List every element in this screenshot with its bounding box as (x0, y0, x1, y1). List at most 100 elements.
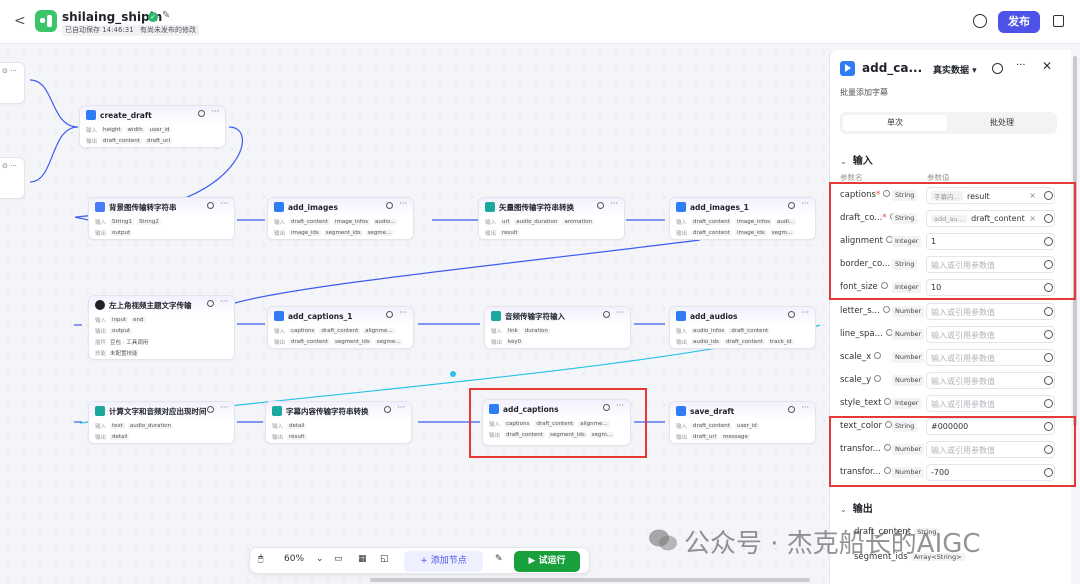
more-icon[interactable]: ··· (220, 199, 228, 208)
run-icon[interactable] (198, 110, 205, 117)
run-icon[interactable] (603, 404, 610, 411)
more-icon[interactable]: ··· (801, 308, 809, 317)
more-icon[interactable]: ··· (211, 107, 219, 116)
real-data-select[interactable]: 真实数据 ▾ (933, 63, 977, 76)
more-icon[interactable]: ··· (801, 403, 809, 412)
output-section-header[interactable]: ⌄ 输出 (840, 500, 873, 515)
minimap-icon[interactable]: ◱ (380, 554, 389, 564)
partial-node-top[interactable]: ⊙ ··· (0, 62, 25, 104)
param-value-input[interactable]: 10 (926, 279, 1055, 297)
run-icon[interactable] (603, 311, 610, 318)
param-value-input[interactable]: 输入或引用参数值 (926, 325, 1055, 343)
comment-icon[interactable]: ▭ (334, 554, 343, 564)
node-add-images-1[interactable]: add_images_1 ··· 输入 draft_content image_in… (669, 197, 816, 240)
duplicate-icon[interactable] (1053, 15, 1064, 27)
node-add-images[interactable]: add_images ··· 输入 draft_content image_info… (267, 197, 414, 240)
run-icon[interactable] (788, 406, 795, 413)
param-value-input[interactable]: #000000 (926, 418, 1055, 435)
layout-icon[interactable]: ▦ (358, 554, 367, 564)
param-value-input[interactable]: 输入或引用参数值 (926, 371, 1055, 389)
more-icon[interactable]: ··· (616, 401, 624, 410)
clear-icon[interactable]: × (1029, 191, 1036, 200)
node-save-draft[interactable]: save_draft ··· 输入 draft_content user_id 输出… (669, 401, 816, 444)
run-icon[interactable] (788, 202, 795, 209)
node-audio-convert[interactable]: 音频传输字符输入 ··· 输入 link duration 输出 key0 (484, 306, 631, 349)
run-icon[interactable] (386, 202, 393, 209)
info-icon[interactable] (874, 374, 882, 382)
tab-batch[interactable]: 批处理 (950, 115, 1054, 131)
more-icon[interactable]: ··· (616, 308, 624, 317)
gear-icon[interactable] (1044, 422, 1053, 431)
more-icon[interactable]: ··· (1016, 60, 1026, 71)
test-run-button[interactable]: ▶ 试运行 (514, 551, 580, 572)
input-tag: audi... (775, 218, 797, 225)
more-icon[interactable]: ··· (220, 403, 228, 412)
node-add-captions-1[interactable]: add_captions_1 ··· 输入 captions draft_conte… (267, 306, 414, 349)
info-icon[interactable] (884, 397, 892, 405)
node-calc-time[interactable]: 计算文字和音频对应出现时间 ··· 输入 text audio_duration 输… (88, 401, 235, 444)
param-value-input[interactable]: 输入或引用参数值 (926, 256, 1055, 274)
more-icon[interactable]: ··· (399, 199, 407, 208)
info-icon[interactable] (883, 467, 891, 475)
param-value-input[interactable]: 输入或引用参数值 (926, 394, 1055, 412)
info-icon[interactable] (882, 305, 890, 313)
info-icon[interactable] (874, 351, 882, 359)
panel-scrollbar[interactable] (1073, 56, 1077, 426)
node-add-captions[interactable]: add_captions ··· 输入 captions draft_content… (482, 399, 631, 446)
node-add-audios[interactable]: add_audios ··· 输入 audio_infos draft_conten… (669, 306, 816, 349)
info-icon[interactable] (884, 421, 892, 428)
gear-icon[interactable] (1044, 329, 1053, 339)
gear-icon[interactable] (1044, 306, 1053, 316)
node-vector-convert[interactable]: 矢量图传输字符串转换 ··· 输入 url audio_duration animat… (478, 197, 625, 240)
chevron-down-icon[interactable]: ⌄ (316, 554, 324, 564)
param-value-input[interactable]: 输入或引用参数值 (926, 348, 1055, 366)
partial-node-mid[interactable]: ⊙ ··· (0, 157, 25, 199)
back-icon[interactable]: < (14, 13, 26, 29)
output-tag: message (721, 433, 750, 440)
param-value-input[interactable]: 输入或引用参数值 (926, 302, 1055, 320)
workflow-canvas[interactable]: ⊙ ··· ⊙ ··· create_draft ··· 输入 height wid… (0, 45, 828, 584)
run-icon[interactable] (992, 63, 1003, 74)
gear-icon[interactable] (1044, 352, 1053, 362)
run-icon[interactable] (788, 311, 795, 318)
param-value-input[interactable]: 输入或引用参数值 (926, 441, 1055, 459)
zoom-select[interactable]: 60% (284, 554, 304, 564)
debug-icon[interactable]: ✎ (495, 554, 503, 564)
horizontal-scrollbar[interactable] (370, 578, 810, 582)
param-value-input[interactable]: -700 (926, 464, 1055, 482)
info-icon[interactable] (883, 190, 891, 197)
gear-icon[interactable] (1044, 191, 1053, 200)
run-icon[interactable] (386, 311, 393, 318)
info-icon[interactable] (880, 282, 888, 290)
gear-icon[interactable] (1044, 375, 1053, 385)
edit-icon[interactable]: ✎ (162, 10, 170, 21)
run-icon[interactable] (384, 406, 391, 413)
history-icon[interactable] (973, 14, 987, 28)
node-caption-convert[interactable]: 字幕内容传输字符串转换 ··· 输入 detail 输出 result (265, 401, 412, 444)
more-icon[interactable]: ··· (610, 199, 618, 208)
more-icon[interactable]: ··· (801, 199, 809, 208)
clear-icon[interactable]: × (1029, 214, 1036, 223)
run-icon[interactable] (207, 300, 214, 307)
param-value-input[interactable]: 1 (926, 233, 1055, 251)
input-tag: draft_content (319, 327, 361, 334)
run-icon[interactable] (207, 406, 214, 413)
node-bg-convert[interactable]: 背景图传输转字符串 ··· 输入 String1 String2 输出 output (88, 197, 235, 240)
add-node-button[interactable]: + 添加节点 (404, 551, 483, 572)
gear-icon[interactable] (1044, 398, 1053, 408)
run-icon[interactable] (597, 202, 604, 209)
more-icon[interactable]: ··· (397, 403, 405, 412)
run-icon[interactable] (207, 202, 214, 209)
input-section-header[interactable]: ⌄ 输入 (840, 152, 873, 167)
more-icon[interactable]: ··· (220, 297, 228, 306)
param-value-input[interactable]: 字幕内… result × (926, 187, 1055, 204)
node-create-draft[interactable]: create_draft ··· 输入 height width user_id 输出… (79, 105, 226, 148)
publish-button[interactable]: 发布 (998, 11, 1040, 33)
tab-single[interactable]: 单次 (843, 115, 947, 131)
info-icon[interactable] (883, 444, 891, 452)
close-icon[interactable]: ✕ (1042, 59, 1052, 73)
more-icon[interactable]: ··· (399, 308, 407, 317)
node-topleft-text[interactable]: 左上角视频主题文字传输 ··· 输入 input end 输出 output 插件 豆包… (88, 295, 235, 360)
param-value-input[interactable]: add_au… draft_content × (926, 210, 1055, 228)
mouse-mode-icon[interactable]: 🖱 (258, 554, 263, 564)
